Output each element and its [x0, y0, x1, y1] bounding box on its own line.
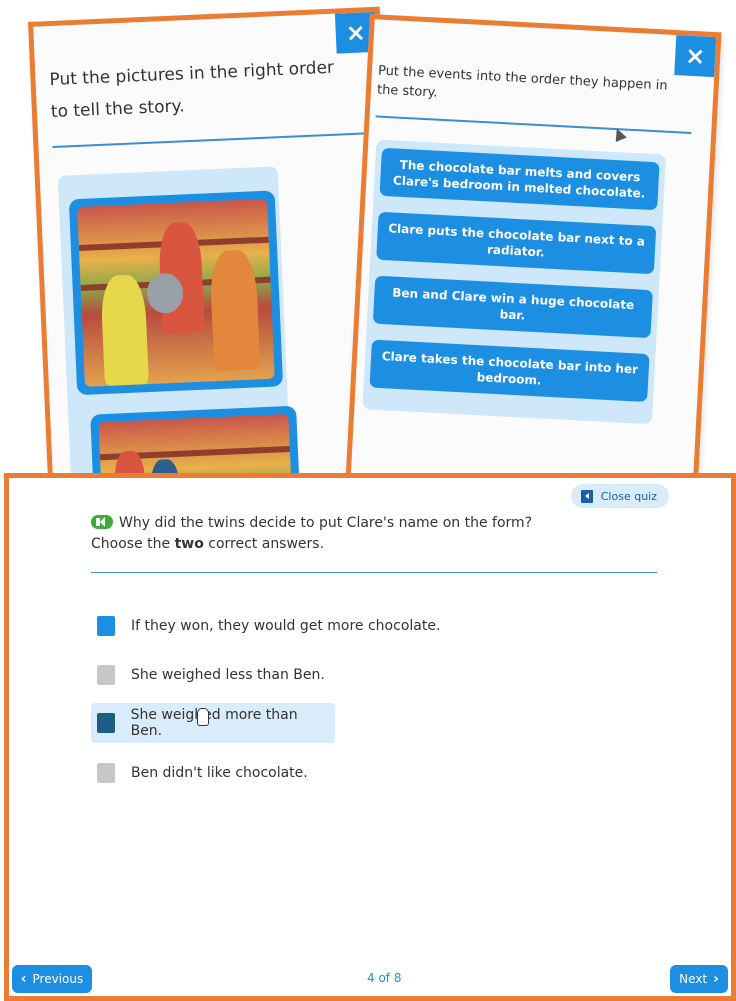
previous-button[interactable]: ‹ Previous — [12, 965, 92, 993]
checkbox[interactable] — [97, 763, 115, 783]
option-label: If they won, they would get more chocola… — [131, 618, 441, 634]
answer-option[interactable]: She weighed less than Ben. — [91, 655, 331, 695]
checkbox[interactable] — [97, 616, 115, 636]
event-order-card: × Put the events into the order they hap… — [342, 14, 722, 552]
instruction-suffix: correct answers. — [203, 536, 325, 552]
page-indicator: 4 of 8 — [367, 971, 402, 985]
quiz-panel: Close quiz Why did the twins decide to p… — [4, 473, 736, 1001]
close-icon[interactable]: × — [674, 35, 717, 78]
close-quiz-button[interactable]: Close quiz — [570, 484, 669, 508]
answer-option[interactable]: Ben didn't like chocolate. — [91, 753, 314, 793]
instruction-text: Choose the two correct answers. — [91, 536, 324, 552]
event-item[interactable]: Ben and Clare win a huge chocolate bar. — [372, 275, 653, 339]
option-label: She weighed less than Ben. — [131, 667, 325, 683]
event-item[interactable]: Clare takes the chocolate bar into her b… — [369, 339, 650, 403]
book-exit-icon — [580, 489, 593, 503]
event-order-prompt: Put the events into the order they happe… — [376, 63, 668, 101]
option-label: Ben didn't like chocolate. — [131, 765, 308, 781]
question-text: Why did the twins decide to put Clare's … — [91, 512, 532, 534]
event-tray: The chocolate bar melts and covers Clare… — [362, 139, 667, 425]
chevron-right-icon: › — [713, 971, 719, 987]
audio-speaker-icon[interactable] — [91, 515, 113, 529]
divider — [52, 132, 373, 149]
event-item[interactable]: The chocolate bar melts and covers Clare… — [379, 147, 660, 211]
chevron-left-icon: ‹ — [20, 971, 27, 987]
close-quiz-label: Close quiz — [600, 489, 657, 503]
divider — [91, 572, 657, 573]
checkbox[interactable] — [97, 713, 115, 733]
next-label: Next — [679, 972, 708, 986]
checkbox[interactable] — [97, 665, 115, 685]
divider — [375, 115, 692, 134]
question-label: Why did the twins decide to put Clare's … — [119, 515, 533, 531]
event-item[interactable]: Clare puts the chocolate bar next to a r… — [376, 211, 657, 275]
answer-option[interactable]: She weighed more than Ben. — [91, 703, 335, 743]
instruction-bold: two — [174, 536, 204, 552]
next-button[interactable]: Next › — [670, 965, 728, 993]
story-picture-1[interactable] — [68, 190, 284, 396]
answer-option[interactable]: If they won, they would get more chocola… — [91, 606, 446, 646]
hand-cursor-icon — [197, 708, 209, 726]
story-image — [77, 198, 275, 387]
picture-order-prompt: Put the pictures in the right order to t… — [49, 57, 335, 123]
previous-label: Previous — [32, 972, 84, 986]
option-label: She weighed more than Ben. — [130, 707, 298, 739]
instruction-prefix: Choose the — [91, 536, 175, 552]
